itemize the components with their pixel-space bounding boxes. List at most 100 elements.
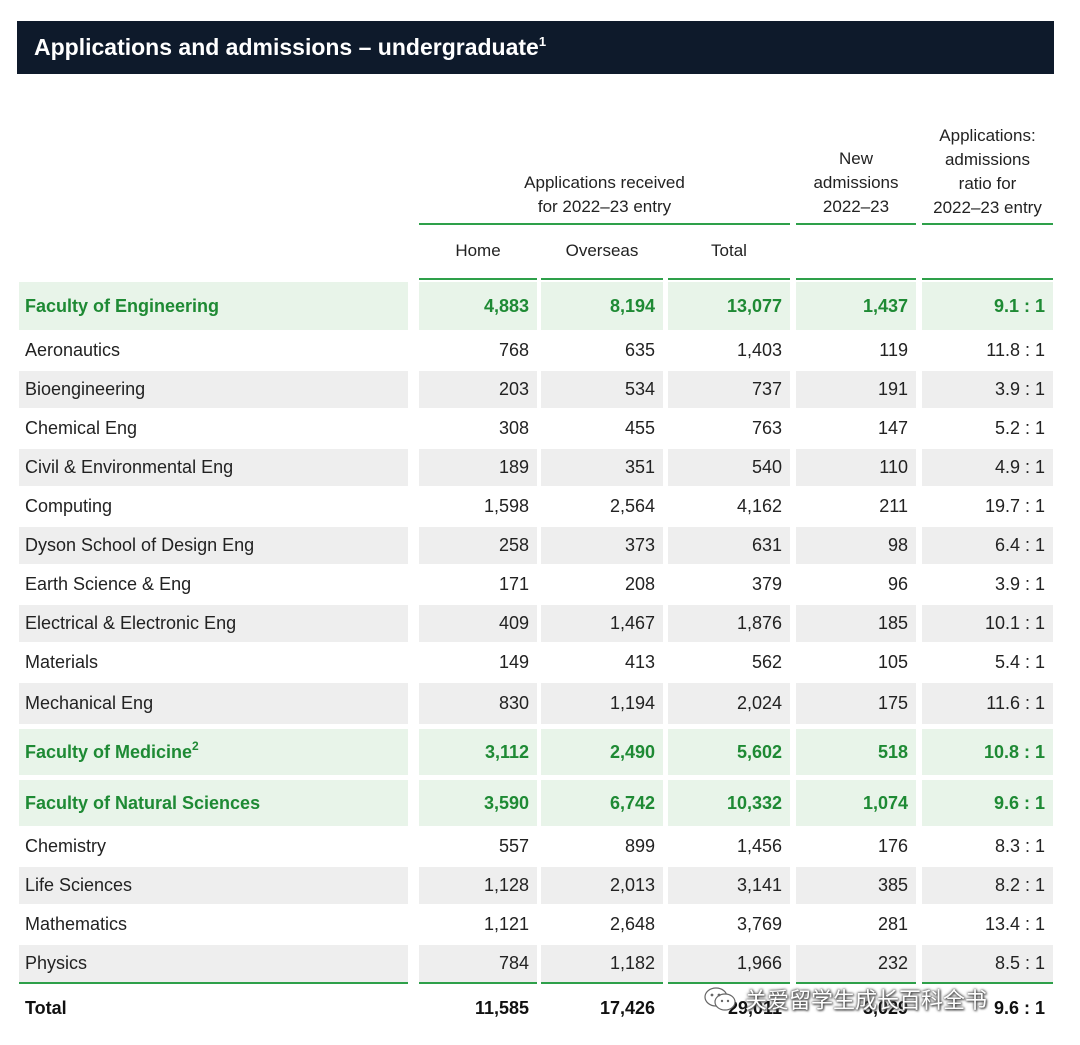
header-line: admissions xyxy=(813,173,899,192)
cell-overseas: 413 xyxy=(624,652,655,672)
row-name: Total xyxy=(25,997,67,1018)
table-row: Chemistry 557 899 1,456 176 8.3 : 1 xyxy=(0,828,1080,865)
cell-new-admissions: 1,437 xyxy=(796,282,916,330)
cell-new-admissions: 518 xyxy=(796,729,916,775)
cell-ratio: 9.6 : 1 xyxy=(922,780,1053,826)
cell-total: 1,876 xyxy=(668,605,790,642)
cell-ratio: 4.9 : 1 xyxy=(922,449,1053,486)
cell-overseas: 534 xyxy=(541,371,663,408)
cell-home: 308 xyxy=(498,418,529,438)
table-row: Mechanical Eng 830 1,194 2,024 175 11.6 … xyxy=(0,683,1080,724)
header-divider xyxy=(922,223,1053,225)
cell-home: 557 xyxy=(498,836,529,856)
cell-new-admissions: 175 xyxy=(796,683,916,724)
cell-total: 10,332 xyxy=(668,780,790,826)
header-ratio: Applications: admissions ratio for 2022–… xyxy=(922,124,1053,220)
cell-ratio: 10.8 : 1 xyxy=(922,729,1053,775)
cell-ratio: 5.4 : 1 xyxy=(994,652,1045,672)
cell-new-admissions: 191 xyxy=(796,371,916,408)
subheader-divider xyxy=(922,278,1053,280)
row-name: Chemical Eng xyxy=(25,418,138,438)
cell-total: 631 xyxy=(668,527,790,564)
cell-home: 171 xyxy=(498,574,529,594)
cell-total: 379 xyxy=(751,574,782,594)
header-new-admissions: New admissions 2022–23 xyxy=(796,147,916,219)
cell-total: 1,456 xyxy=(736,836,782,856)
cell-ratio: 5.2 : 1 xyxy=(994,418,1045,438)
cell-overseas: 2,564 xyxy=(609,496,655,516)
cell-home: 3,112 xyxy=(419,729,537,775)
title-footnote: 1 xyxy=(538,34,547,49)
cell-ratio: 6.4 : 1 xyxy=(922,527,1053,564)
cell-overseas: 8,194 xyxy=(541,282,663,330)
cell-overseas: 1,467 xyxy=(541,605,663,642)
row-name: Materials xyxy=(25,652,99,672)
row-name: Faculty of Natural Sciences xyxy=(25,792,261,813)
cell-total: 540 xyxy=(668,449,790,486)
page-title-text: Applications and admissions – undergradu… xyxy=(34,34,539,60)
cell-overseas: 1,194 xyxy=(541,683,663,724)
cell-home: 1,121 xyxy=(483,914,529,934)
cell-home: 3,590 xyxy=(419,780,537,826)
total-divider xyxy=(19,982,408,984)
cell-ratio: 11.6 : 1 xyxy=(922,683,1053,724)
header-home: Home xyxy=(455,241,501,260)
table-row: Chemical Eng 308 455 763 147 5.2 : 1 xyxy=(0,410,1080,447)
header-line: for 2022–23 entry xyxy=(537,197,672,216)
cell-home: 1,598 xyxy=(483,496,529,516)
cell-home: 784 xyxy=(419,945,537,982)
row-name: Physics xyxy=(19,945,408,982)
row-name: Chemistry xyxy=(25,836,107,856)
cell-new-admissions: 96 xyxy=(887,574,908,594)
cell-home: 1,128 xyxy=(419,867,537,904)
header-divider xyxy=(796,223,916,225)
header-line: New xyxy=(838,149,873,168)
cell-overseas: 373 xyxy=(541,527,663,564)
cell-home: 768 xyxy=(498,340,529,360)
cell-new-admissions: 385 xyxy=(796,867,916,904)
header-total: Total xyxy=(711,241,747,260)
row-name: Faculty of Engineering xyxy=(25,295,220,316)
page-title: Applications and admissions – undergradu… xyxy=(17,21,1054,74)
cell-total: 4,162 xyxy=(736,496,782,516)
table-row: Electrical & Electronic Eng 409 1,467 1,… xyxy=(0,605,1080,642)
subheader-divider xyxy=(796,278,916,280)
cell-total: 1,403 xyxy=(736,340,782,360)
cell-overseas: 17,426 xyxy=(599,997,655,1018)
cell-new-admissions: 176 xyxy=(877,836,908,856)
header-line: Applications received xyxy=(524,173,685,192)
cell-ratio: 19.7 : 1 xyxy=(984,496,1045,516)
cell-ratio: 3.9 : 1 xyxy=(922,371,1053,408)
row-name: Mechanical Eng xyxy=(19,683,408,724)
table-row: Mathematics 1,121 2,648 3,769 281 13.4 :… xyxy=(0,906,1080,943)
cell-overseas: 899 xyxy=(624,836,655,856)
cell-total: 13,077 xyxy=(668,282,790,330)
cell-total: 3,141 xyxy=(668,867,790,904)
row-name: Bioengineering xyxy=(19,371,408,408)
subheader-divider xyxy=(419,278,537,280)
header-line: 2022–23 xyxy=(822,197,890,216)
watermark-text: 关爱留学生成长百科全书 xyxy=(745,989,988,1014)
table-row: Aeronautics 768 635 1,403 119 11.8 : 1 xyxy=(0,332,1080,369)
cell-ratio: 11.8 : 1 xyxy=(986,340,1045,360)
cell-total: 1,966 xyxy=(668,945,790,982)
cell-ratio: 10.1 : 1 xyxy=(922,605,1053,642)
cell-total: 562 xyxy=(751,652,782,672)
table-row: Dyson School of Design Eng 258 373 631 9… xyxy=(0,527,1080,564)
table-row: Physics 784 1,182 1,966 232 8.5 : 1 xyxy=(0,945,1080,982)
cell-overseas: 1,182 xyxy=(541,945,663,982)
total-divider xyxy=(419,982,537,984)
cell-home: 203 xyxy=(419,371,537,408)
header-line: admissions xyxy=(944,150,1031,169)
row-name: Computing xyxy=(25,496,113,516)
cell-home: 409 xyxy=(419,605,537,642)
cell-ratio: 8.2 : 1 xyxy=(922,867,1053,904)
header-applications-received: Applications received for 2022–23 entry xyxy=(419,171,790,219)
wechat-icon xyxy=(704,987,736,1011)
header-line: ratio for xyxy=(958,174,1017,193)
cell-overseas: 2,013 xyxy=(541,867,663,904)
cell-new-admissions: 105 xyxy=(877,652,908,672)
cell-home: 830 xyxy=(419,683,537,724)
row-name: Dyson School of Design Eng xyxy=(19,527,408,564)
cell-new-admissions: 185 xyxy=(796,605,916,642)
